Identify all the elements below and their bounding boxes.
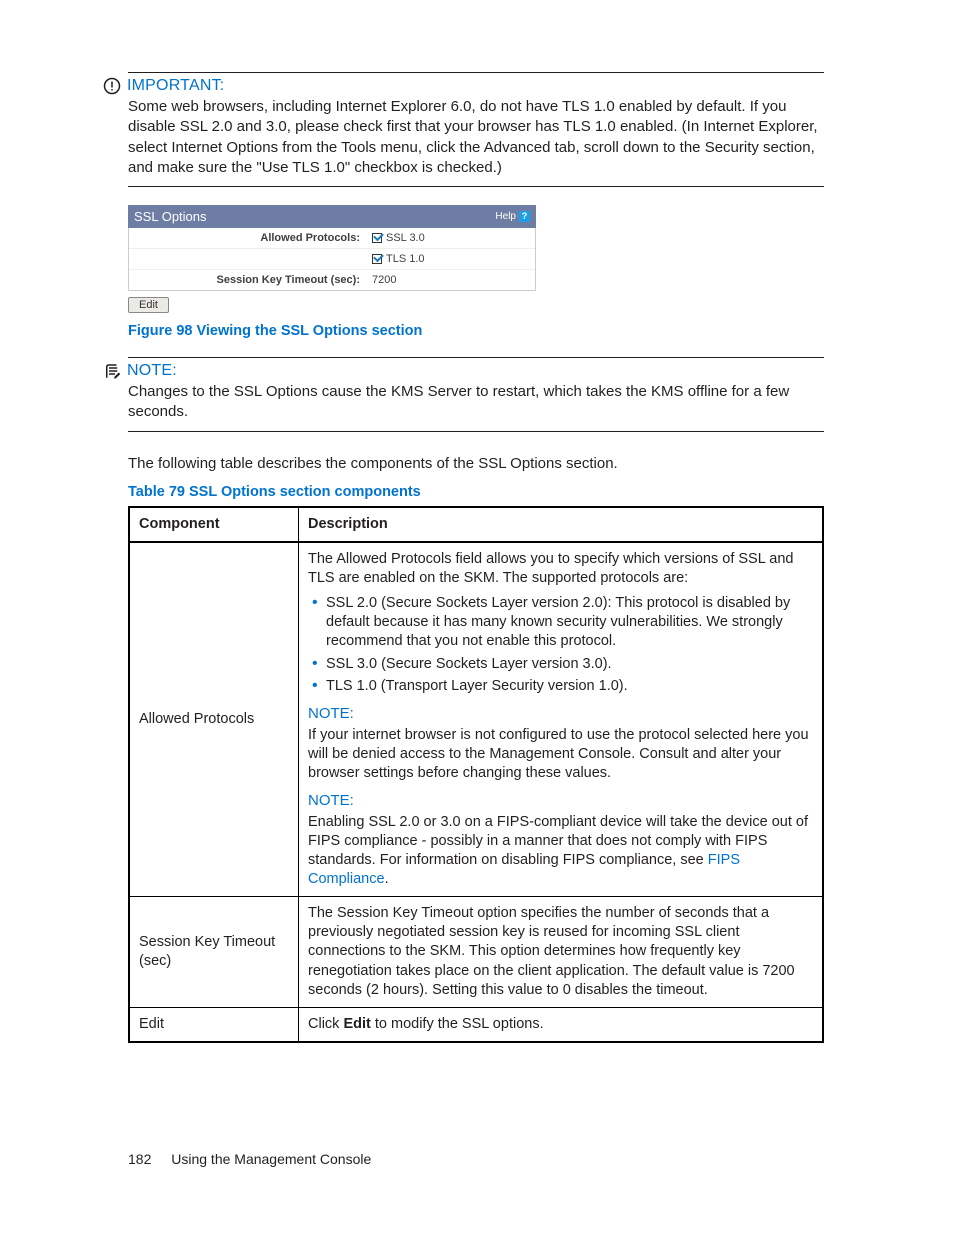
list-item: SSL 2.0 (Secure Sockets Layer version 2.… — [326, 594, 813, 651]
checkbox-ssl30[interactable] — [372, 233, 382, 243]
table-row: Edit Click Edit to modify the SSL option… — [129, 1007, 823, 1042]
ssl-options-header: SSL Options — [134, 209, 207, 224]
table-row: Session Key Timeout (sec) The Session Ke… — [129, 897, 823, 1008]
lead-text: The following table describes the compon… — [128, 454, 824, 474]
cell-component: Allowed Protocols — [129, 542, 299, 897]
th-description: Description — [299, 507, 824, 542]
session-timeout-value: 7200 — [366, 270, 402, 290]
figure-caption: Figure 98 Viewing the SSL Options sectio… — [128, 323, 824, 339]
table-caption: Table 79 SSL Options section components — [128, 484, 824, 500]
ssl-options-figure: SSL Options Help ? Allowed Protocols: SS… — [128, 205, 536, 291]
edit-button[interactable]: Edit — [128, 297, 169, 313]
table-row: Allowed Protocols The Allowed Protocols … — [129, 542, 823, 897]
help-icon: ? — [519, 211, 530, 222]
cell-note-title: NOTE: — [308, 704, 813, 724]
important-callout: IMPORTANT: Some web browsers, including … — [128, 77, 824, 178]
divider — [128, 357, 824, 358]
ssl-options-table: Component Description Allowed Protocols … — [128, 506, 824, 1043]
cell-description: The Session Key Timeout option specifies… — [299, 897, 824, 1008]
divider — [128, 186, 824, 187]
cell-component: Edit — [129, 1007, 299, 1042]
ssl-options-titlebar: SSL Options Help ? — [128, 205, 536, 228]
note-title: NOTE: — [127, 362, 177, 380]
row1-intro: The Allowed Protocols field allows you t… — [308, 550, 813, 588]
tls10-label: TLS 1.0 — [386, 253, 425, 265]
footer-section: Using the Management Console — [171, 1151, 371, 1167]
checkbox-tls10[interactable] — [372, 254, 382, 264]
divider — [128, 72, 824, 73]
help-link[interactable]: Help ? — [495, 211, 530, 222]
ssl30-label: SSL 3.0 — [386, 232, 425, 244]
list-item: SSL 3.0 (Secure Sockets Layer version 3.… — [326, 655, 813, 674]
important-icon — [103, 77, 121, 95]
allowed-protocols-label: Allowed Protocols: — [129, 228, 366, 248]
session-timeout-label: Session Key Timeout (sec): — [129, 270, 366, 290]
page-number: 182 — [128, 1151, 151, 1167]
cell-note-title: NOTE: — [308, 791, 813, 811]
cell-note-text: Enabling SSL 2.0 or 3.0 on a FIPS-compli… — [308, 813, 813, 890]
note-callout: NOTE: Changes to the SSL Options cause t… — [128, 362, 824, 423]
note-icon — [103, 362, 121, 380]
important-text: Some web browsers, including Internet Ex… — [128, 97, 824, 178]
help-label: Help — [495, 211, 516, 222]
divider — [128, 431, 824, 432]
cell-description: The Allowed Protocols field allows you t… — [299, 542, 824, 897]
cell-component: Session Key Timeout (sec) — [129, 897, 299, 1008]
document-page: IMPORTANT: Some web browsers, including … — [0, 0, 954, 1235]
ssl-options-body: Allowed Protocols: SSL 3.0 TLS 1.0 Sessi… — [128, 228, 536, 291]
list-item: TLS 1.0 (Transport Layer Security versio… — [326, 677, 813, 696]
note-text: Changes to the SSL Options cause the KMS… — [128, 382, 824, 423]
cell-description: Click Edit to modify the SSL options. — [299, 1007, 824, 1042]
th-component: Component — [129, 507, 299, 542]
cell-note-text: If your internet browser is not configur… — [308, 726, 813, 783]
page-footer: 182 Using the Management Console — [128, 1151, 371, 1167]
important-title: IMPORTANT: — [127, 77, 224, 95]
